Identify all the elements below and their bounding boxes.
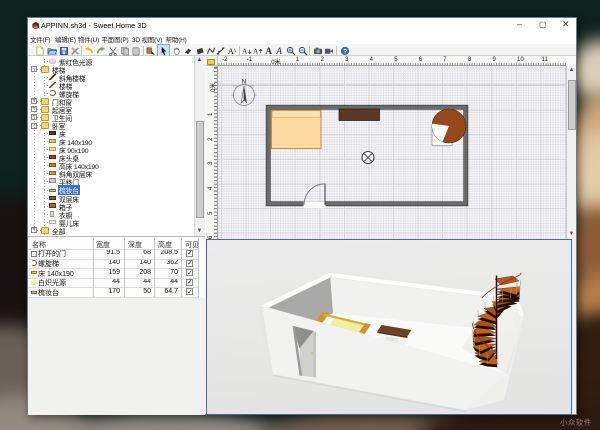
svg-text:N: N	[242, 79, 247, 86]
